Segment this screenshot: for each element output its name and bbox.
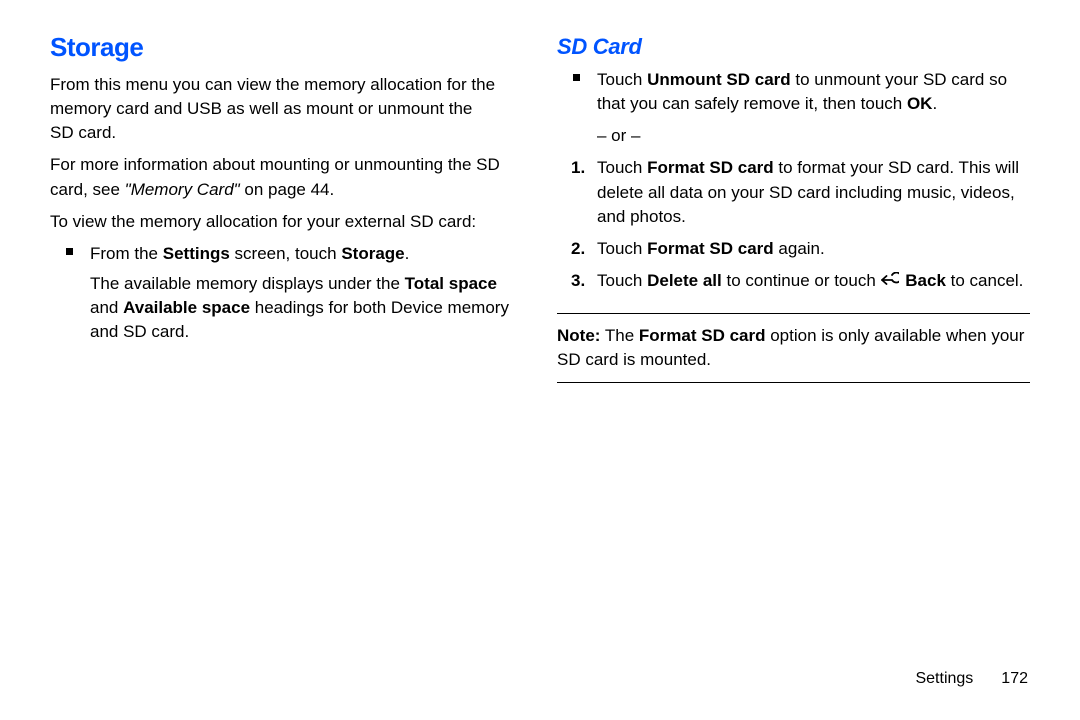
storage-intro-1: From this menu you can view the memory a… — [50, 73, 523, 145]
bold: Format SD card — [639, 326, 766, 345]
bold: Format SD card — [647, 239, 774, 258]
text: to cancel. — [946, 271, 1024, 290]
text: From the — [90, 244, 163, 263]
bold: Back — [905, 271, 946, 290]
text: screen, touch — [230, 244, 342, 263]
text: and — [90, 298, 123, 317]
list-item: From the Settings screen, touch Storage.… — [50, 242, 523, 345]
text: . — [405, 244, 410, 263]
bold: Delete all — [647, 271, 722, 290]
bold: OK — [907, 94, 933, 113]
footer-section: Settings — [915, 670, 973, 687]
right-column: SD Card Touch Unmount SD card to unmount… — [557, 32, 1030, 383]
heading-storage: Storage — [50, 32, 523, 63]
text: Touch — [597, 70, 647, 89]
text: again. — [774, 239, 825, 258]
text: The — [600, 326, 638, 345]
heading-sd-card: SD Card — [557, 34, 1030, 60]
back-icon — [881, 271, 899, 295]
list-item: Touch Format SD card again. — [557, 237, 1030, 261]
note-label: Note: — [557, 326, 600, 345]
text: to continue or touch — [722, 271, 881, 290]
or-divider: – or – — [557, 124, 1030, 148]
text: on page 44. — [240, 180, 335, 199]
storage-intro-3: To view the memory allocation for your e… — [50, 210, 523, 234]
list-item: Touch Format SD card to format your SD c… — [557, 156, 1030, 228]
bold: Format SD card — [647, 158, 774, 177]
text: Touch — [597, 158, 647, 177]
storage-steps: From the Settings screen, touch Storage.… — [50, 242, 523, 345]
bold: Total space — [405, 274, 497, 293]
list-item: Touch Delete all to continue or touch Ba… — [557, 269, 1030, 295]
page-footer: Settings 172 — [915, 670, 1028, 688]
sd-bullets: Touch Unmount SD card to unmount your SD… — [557, 68, 1030, 116]
text: Touch — [597, 271, 647, 290]
storage-intro-2: For more information about mounting or u… — [50, 153, 523, 201]
text: Touch — [597, 239, 647, 258]
bold: Available space — [123, 298, 250, 317]
bold: Storage — [341, 244, 404, 263]
footer-page-number: 172 — [1001, 670, 1028, 687]
xref-memory-card: "Memory Card" — [125, 180, 240, 199]
list-item: Touch Unmount SD card to unmount your SD… — [557, 68, 1030, 116]
text: The available memory displays under the — [90, 274, 405, 293]
sd-steps: Touch Format SD card to format your SD c… — [557, 156, 1030, 295]
bold: Unmount SD card — [647, 70, 791, 89]
text: . — [932, 94, 937, 113]
left-column: Storage From this menu you can view the … — [50, 32, 523, 383]
bold: Settings — [163, 244, 230, 263]
list-subtext: The available memory displays under the … — [90, 272, 523, 344]
note-block: Note: The Format SD card option is only … — [557, 313, 1030, 383]
